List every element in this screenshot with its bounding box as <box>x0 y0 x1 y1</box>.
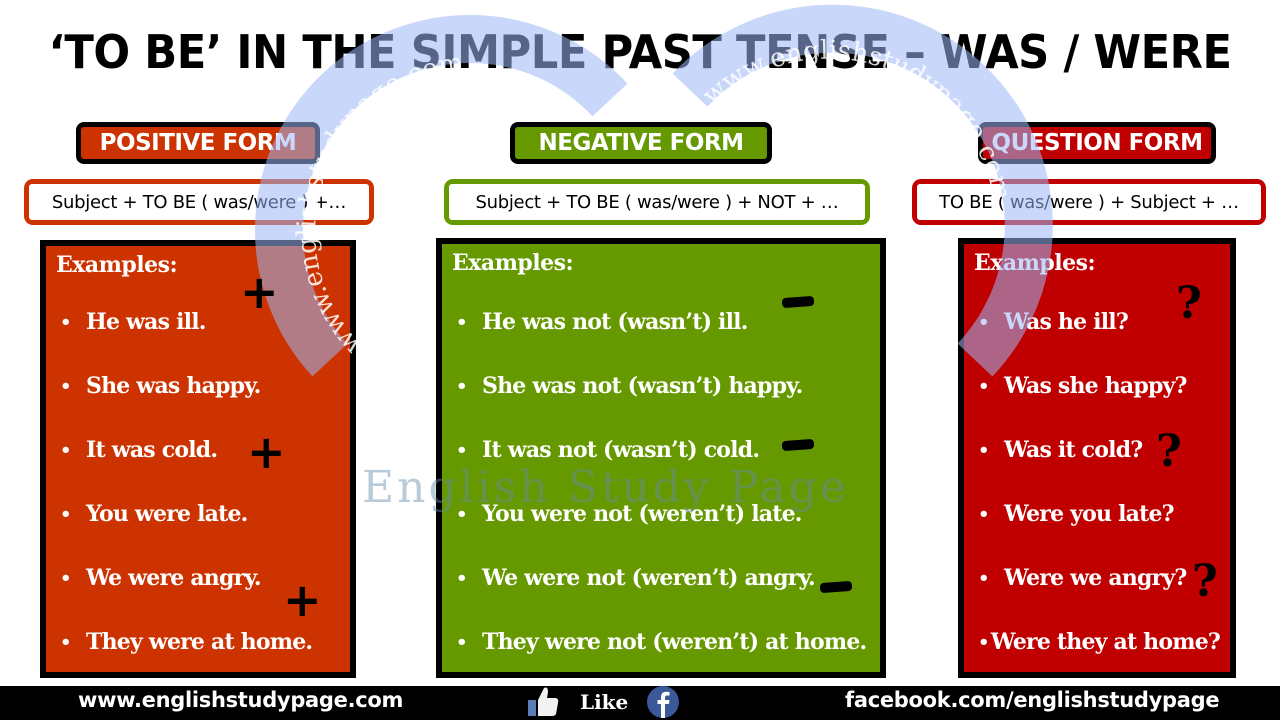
bullet-icon: • <box>60 631 72 653</box>
list-item: • It was cold. <box>56 418 340 482</box>
bullet-icon: • <box>978 375 990 397</box>
bullet-icon: • <box>456 567 468 589</box>
plus-icon: + <box>247 425 286 479</box>
footer-website-link[interactable]: www.englishstudypage.com <box>78 688 403 712</box>
bullet-icon: • <box>978 439 990 461</box>
negative-examples-panel: Examples: • He was not (wasn’t) ill. • She… <box>436 238 886 678</box>
bullet-icon: • <box>60 375 72 397</box>
question-examples-list: • Was he ill? • Was she happy? • Was it col… <box>974 290 1221 674</box>
negative-form-badge: NEGATIVE FORM <box>510 122 772 164</box>
question-form-badge: QUESTION FORM <box>978 122 1216 164</box>
bullet-icon: • <box>456 631 468 653</box>
negative-form-label: NEGATIVE FORM <box>538 130 744 156</box>
bullet-icon: • <box>978 567 990 589</box>
bullet-icon: • <box>978 503 990 525</box>
bullet-icon: • <box>60 503 72 525</box>
question-mark-icon: ? <box>1192 556 1218 607</box>
thumbs-up-icon[interactable] <box>526 684 560 718</box>
footer-bar: www.englishstudypage.com Like facebook.c… <box>0 686 1280 720</box>
list-item: • Were they at home? <box>974 610 1221 674</box>
list-item: • Were you late? <box>974 482 1220 546</box>
list-item: • You were late. <box>56 482 340 546</box>
bullet-icon: • <box>60 567 72 589</box>
positive-pattern-box: Subject + TO BE ( was/were ) +… <box>24 179 374 225</box>
question-mark-icon: ? <box>1156 426 1182 477</box>
question-mark-icon: ? <box>1176 278 1202 329</box>
positive-form-label: POSITIVE FORM <box>99 130 297 156</box>
watermark-center-text: English Study Page <box>362 462 849 513</box>
positive-form-badge: POSITIVE FORM <box>76 122 320 164</box>
bullet-icon: • <box>456 375 468 397</box>
list-item: • She was happy. <box>56 354 340 418</box>
bullet-icon: • <box>60 439 72 461</box>
list-item: • Was she happy? <box>974 354 1220 418</box>
like-button-label[interactable]: Like <box>580 690 628 714</box>
list-item: • They were not (weren’t) at home. <box>452 610 870 674</box>
question-pattern-box: TO BE ( was/were ) + Subject + … <box>912 179 1266 225</box>
facebook-icon[interactable] <box>646 685 680 719</box>
plus-icon: + <box>240 265 279 319</box>
bullet-icon: • <box>60 311 72 333</box>
bullet-icon: • <box>456 311 468 333</box>
negative-examples-heading: Examples: <box>452 250 574 276</box>
question-examples-heading: Examples: <box>974 250 1096 276</box>
list-item: • She was not (wasn’t) happy. <box>452 354 870 418</box>
bullet-icon: • <box>456 439 468 461</box>
list-item: • We were not (weren’t) angry. <box>452 546 870 610</box>
bullet-icon: • <box>978 311 990 333</box>
positive-examples-heading: Examples: <box>56 252 178 278</box>
list-item: • He was ill. <box>56 290 340 354</box>
question-form-label: QUESTION FORM <box>991 130 1203 156</box>
negative-pattern-box: Subject + TO BE ( was/were ) + NOT + … <box>444 179 870 225</box>
list-item: • Were we angry? <box>974 546 1220 610</box>
negative-pattern-text: Subject + TO BE ( was/were ) + NOT + … <box>449 184 865 220</box>
question-pattern-text: TO BE ( was/were ) + Subject + … <box>917 184 1261 220</box>
footer-facebook-link[interactable]: facebook.com/englishstudypage <box>845 688 1220 712</box>
page-title: ‘TO BE’ IN THE SIMPLE PAST TENSE – WAS /… <box>48 25 1232 79</box>
positive-pattern-text: Subject + TO BE ( was/were ) +… <box>29 184 369 220</box>
bullet-icon: • <box>978 631 990 653</box>
plus-icon: + <box>283 573 322 627</box>
list-item: • Was it cold? <box>974 418 1220 482</box>
